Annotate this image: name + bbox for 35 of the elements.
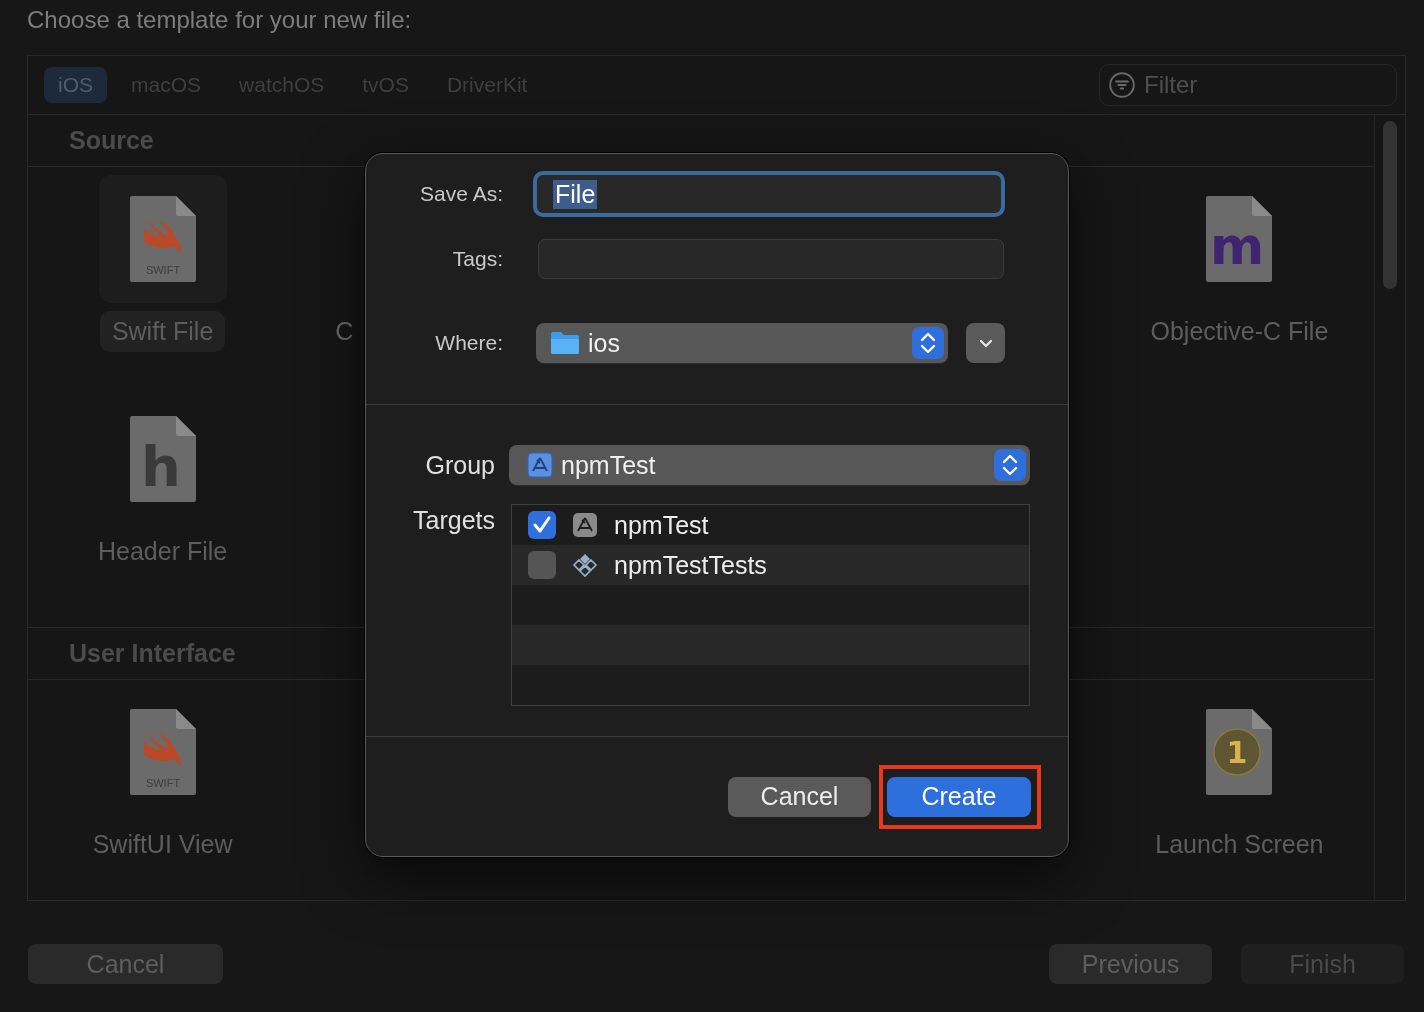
field-label: Save As: (419, 182, 504, 206)
field-label: Where: (434, 331, 504, 355)
filter-field[interactable]: Filter (1099, 64, 1397, 106)
checkbox[interactable] (528, 511, 556, 539)
page-heading: Choose a template for your new file: (27, 6, 412, 34)
template-name[interactable]: C (335, 311, 354, 352)
template-name[interactable]: SwiftUI View (80, 824, 245, 865)
expand-button[interactable] (966, 323, 1005, 363)
stepper-icon (994, 449, 1026, 481)
group-popup[interactable]: npmTest (509, 445, 1030, 485)
template-name[interactable]: Launch Screen (1143, 824, 1336, 865)
scrollbar-thumb[interactable] (1383, 121, 1397, 289)
checkbox[interactable] (528, 551, 556, 579)
template-name[interactable]: Header File (85, 531, 240, 572)
tags-field[interactable] (538, 239, 1004, 279)
stepper-icon (912, 327, 944, 359)
template-name[interactable]: Swift File (99, 311, 226, 352)
dialog-button[interactable]: Cancel (728, 776, 871, 817)
folder-icon (550, 331, 580, 355)
template-name[interactable]: Objective-C File (1138, 311, 1341, 352)
filter-icon (1109, 72, 1135, 98)
field-label: Targets (412, 506, 496, 535)
app-icon (527, 452, 553, 478)
file-name-field[interactable]: File (533, 171, 1005, 217)
selected-text: File (553, 179, 598, 209)
target-name: npmTestTests (614, 550, 767, 580)
dialog-button[interactable]: Create (887, 776, 1031, 817)
document-icon[interactable]: m (1206, 196, 1273, 282)
diamonds-icon (572, 552, 598, 578)
app-icon (572, 512, 598, 538)
target-name: npmTest (614, 510, 709, 540)
location-popup[interactable]: ios (536, 323, 948, 363)
field-label: Group (424, 450, 496, 480)
launch-screen-file-icon[interactable]: 1 (1206, 709, 1273, 795)
field-label: Tags: (451, 247, 504, 271)
